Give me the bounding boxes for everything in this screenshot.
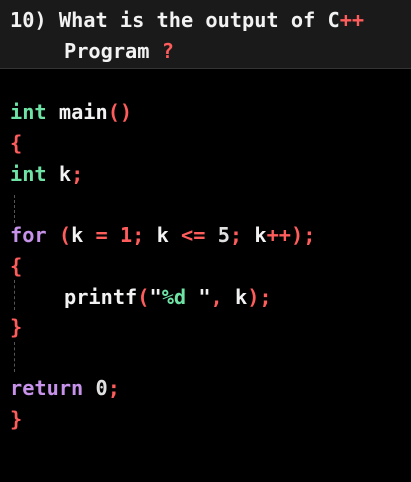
paren-close: ): [247, 285, 260, 309]
question-line-2: Program ?: [64, 36, 174, 66]
question-text-2: Program: [64, 39, 150, 63]
paren-open: (: [137, 285, 150, 309]
open-brace: {: [10, 131, 23, 155]
open-brace: {: [10, 254, 23, 278]
number-0: 0: [95, 376, 108, 400]
keyword-int: int: [10, 100, 47, 124]
semicolon: ;: [71, 162, 84, 186]
indent-guide-1: [14, 195, 15, 223]
question-mark: ?: [161, 39, 174, 63]
function-main: main: [58, 100, 108, 124]
comma: ,: [210, 285, 223, 309]
indent-guide-2: [14, 280, 15, 310]
indent-guide-3: [14, 342, 15, 372]
var-k: k: [156, 223, 169, 247]
question-text-suffix: ++: [339, 8, 365, 32]
keyword-return: return: [10, 376, 84, 400]
var-k: k: [58, 162, 72, 186]
semicolon: ;: [303, 223, 316, 247]
function-printf: printf: [64, 285, 138, 309]
close-brace: }: [10, 407, 23, 431]
paren-open: (: [58, 223, 72, 247]
parens: (): [107, 100, 133, 124]
op-le: <=: [181, 223, 206, 247]
code-line-close-brace: }: [10, 404, 22, 434]
code-line-for: for (k = 1; k <= 5; k++);: [10, 220, 315, 250]
code-line-for-open-brace: {: [10, 251, 22, 281]
var-k: k: [254, 223, 267, 247]
quote-open: ": [149, 285, 162, 309]
question-line-1: 10) What is the output of C++: [10, 5, 364, 35]
number-1: 1: [119, 223, 133, 247]
semicolon: ;: [107, 376, 120, 400]
code-line-return: return 0;: [10, 373, 120, 403]
quote-close: ": [186, 285, 211, 309]
keyword-int: int: [10, 162, 47, 186]
code-line-open-brace: {: [10, 128, 22, 158]
semicolon: ;: [229, 223, 243, 247]
code-line-decl: int k;: [10, 159, 83, 189]
var-k: k: [234, 285, 248, 309]
semicolon: ;: [132, 223, 145, 247]
question-number: 10): [10, 8, 47, 32]
code-line-for-close-brace: }: [10, 312, 22, 342]
semicolon: ;: [259, 285, 272, 309]
op-assign: =: [95, 223, 108, 247]
question-text: What is the output of C: [58, 8, 340, 32]
code-line-printf: printf("%d ", k);: [64, 282, 272, 312]
number-5: 5: [217, 223, 230, 247]
var-k: k: [71, 223, 84, 247]
close-brace: }: [10, 315, 23, 339]
keyword-for: for: [10, 223, 47, 247]
format-specifier: %d: [161, 285, 187, 309]
op-increment: ++: [266, 223, 291, 247]
paren-close: ): [290, 223, 304, 247]
code-line-main: int main(): [10, 97, 132, 127]
